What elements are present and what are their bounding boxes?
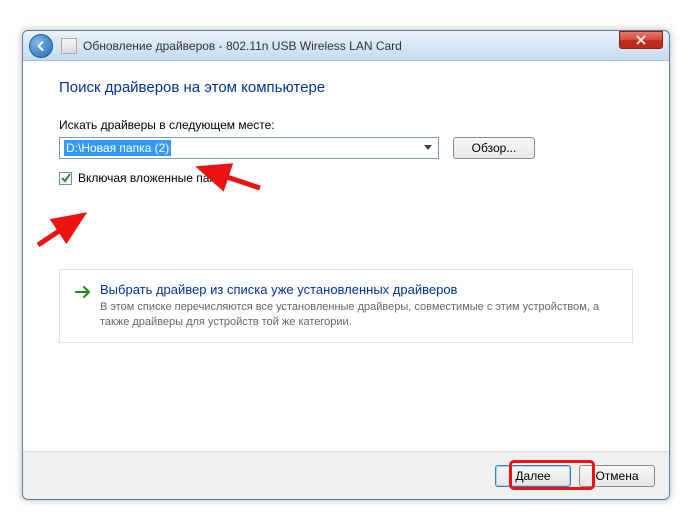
path-combobox[interactable]: D:\Новая папка (2) bbox=[59, 137, 439, 159]
close-button[interactable] bbox=[619, 31, 663, 49]
browse-button[interactable]: Обзор... bbox=[453, 137, 535, 159]
pick-from-list-title: Выбрать драйвер из списка уже установлен… bbox=[100, 282, 618, 297]
footer: Далее Отмена bbox=[23, 451, 669, 499]
include-subfolders-label: Включая вложенные папки bbox=[78, 171, 228, 185]
arrow-right-icon bbox=[74, 283, 92, 301]
pick-from-list-option[interactable]: Выбрать драйвер из списка уже установлен… bbox=[59, 269, 633, 343]
content-area: Поиск драйверов на этом компьютере Искат… bbox=[23, 61, 669, 451]
driver-update-window: Обновление драйверов - 802.11n USB Wirel… bbox=[22, 30, 670, 500]
path-label: Искать драйверы в следующем месте: bbox=[59, 118, 633, 132]
window-icon bbox=[61, 38, 77, 54]
path-value: D:\Новая папка (2) bbox=[64, 140, 171, 156]
next-button[interactable]: Далее bbox=[495, 465, 571, 487]
back-button[interactable] bbox=[29, 34, 53, 58]
titlebar: Обновление драйверов - 802.11n USB Wirel… bbox=[23, 31, 669, 61]
window-title: Обновление драйверов - 802.11n USB Wirel… bbox=[83, 39, 402, 53]
pick-from-list-desc: В этом списке перечисляются все установл… bbox=[100, 300, 618, 330]
include-subfolders-checkbox[interactable] bbox=[59, 172, 72, 185]
chevron-down-icon[interactable] bbox=[420, 140, 436, 156]
cancel-button[interactable]: Отмена bbox=[579, 465, 655, 487]
page-heading: Поиск драйверов на этом компьютере bbox=[59, 79, 633, 96]
